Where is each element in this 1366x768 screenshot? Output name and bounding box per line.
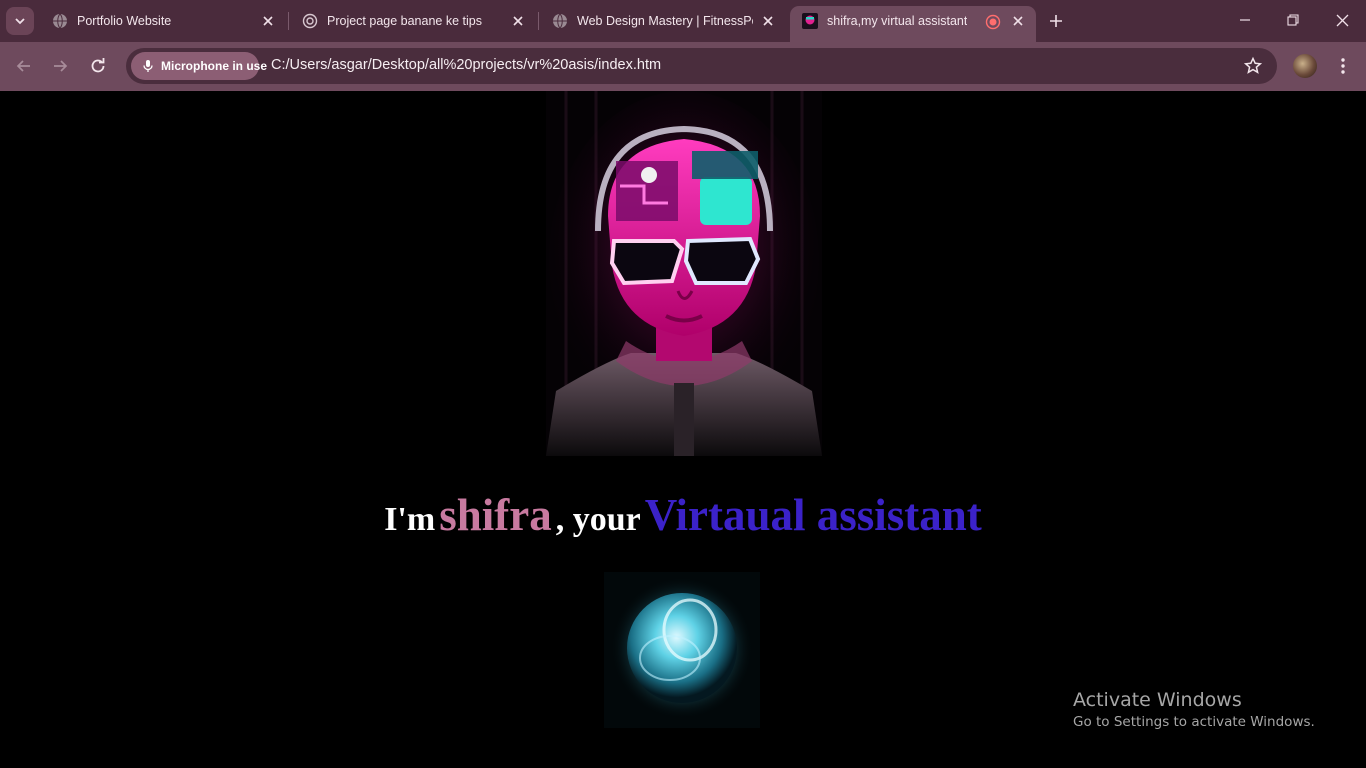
url-text[interactable]: C:/Users/asgar/Desktop/all%20projects/vr… [271, 57, 661, 73]
close-tab-icon[interactable] [760, 13, 776, 29]
microphone-in-use-chip[interactable]: Microphone in use [131, 52, 267, 80]
page-favicon-icon [802, 13, 818, 29]
arrow-right-icon [54, 60, 68, 72]
tab-shifra-assistant[interactable]: shifra,my virtual assistant [790, 6, 1036, 42]
bookmark-star-icon[interactable] [1243, 56, 1263, 76]
new-tab-button[interactable] [1044, 9, 1068, 33]
back-button[interactable] [12, 54, 36, 78]
tab-title: Portfolio Website [77, 14, 172, 28]
restore-button[interactable] [1270, 0, 1316, 40]
headline-your: , your [555, 501, 641, 538]
close-tab-icon[interactable] [510, 13, 526, 29]
minimize-icon [1240, 19, 1250, 21]
microphone-icon [143, 60, 153, 72]
address-bar[interactable]: Microphone in use C:/Users/asgar/Desktop… [126, 48, 1277, 84]
close-icon [1336, 14, 1348, 26]
tab-separator [288, 12, 289, 30]
mic-chip-label: Microphone in use [161, 59, 268, 73]
assistant-name: shifra [439, 490, 552, 540]
voice-orb-button[interactable] [604, 572, 760, 728]
browser-toolbar: Microphone in use C:/Users/asgar/Desktop… [0, 42, 1366, 90]
cyber-avatar-image [546, 91, 822, 456]
plus-icon [1050, 15, 1062, 27]
tab-title: Web Design Mastery | FitnessPoint [577, 14, 753, 28]
tab-title: Project page banane ke tips [327, 14, 482, 28]
close-window-button[interactable] [1319, 0, 1365, 40]
tab-strip: Portfolio Website Project page banane ke… [0, 0, 1366, 42]
assistant-role: Virtaual assistant [644, 490, 982, 540]
forward-button[interactable] [48, 54, 72, 78]
tab-separator [538, 12, 539, 30]
reload-icon [91, 58, 105, 73]
page-content: I'm shifra , your Virtaual assistant Act… [0, 91, 1366, 768]
more-vertical-icon [1341, 58, 1345, 74]
headline-im: I'm [384, 501, 436, 538]
tab-project-page[interactable]: Project page banane ke tips [290, 6, 536, 36]
recording-indicator-icon [985, 14, 1001, 30]
close-tab-icon[interactable] [260, 13, 276, 29]
arrow-left-icon [16, 60, 30, 72]
reload-button[interactable] [86, 54, 110, 78]
tab-web-design-mastery[interactable]: Web Design Mastery | FitnessPoint [540, 6, 786, 36]
hero-headline: I'm shifra , your Virtaual assistant [0, 489, 1366, 541]
chevron-down-icon [15, 18, 25, 25]
openai-icon [302, 13, 318, 29]
tab-portfolio-website[interactable]: Portfolio Website [40, 6, 286, 36]
watermark-subtitle: Go to Settings to activate Windows. [1073, 714, 1315, 730]
profile-avatar[interactable] [1293, 54, 1317, 78]
windows-activation-watermark: Activate Windows Go to Settings to activ… [1073, 689, 1315, 730]
restore-icon [1287, 14, 1299, 26]
watermark-title: Activate Windows [1073, 689, 1242, 711]
tab-title: shifra,my virtual assistant [827, 14, 968, 28]
minimize-button[interactable] [1222, 0, 1268, 40]
tab-search-button[interactable] [6, 7, 34, 35]
globe-icon [553, 13, 567, 29]
globe-icon [53, 13, 67, 29]
browser-menu-button[interactable] [1331, 54, 1355, 78]
close-tab-icon[interactable] [1010, 13, 1026, 29]
